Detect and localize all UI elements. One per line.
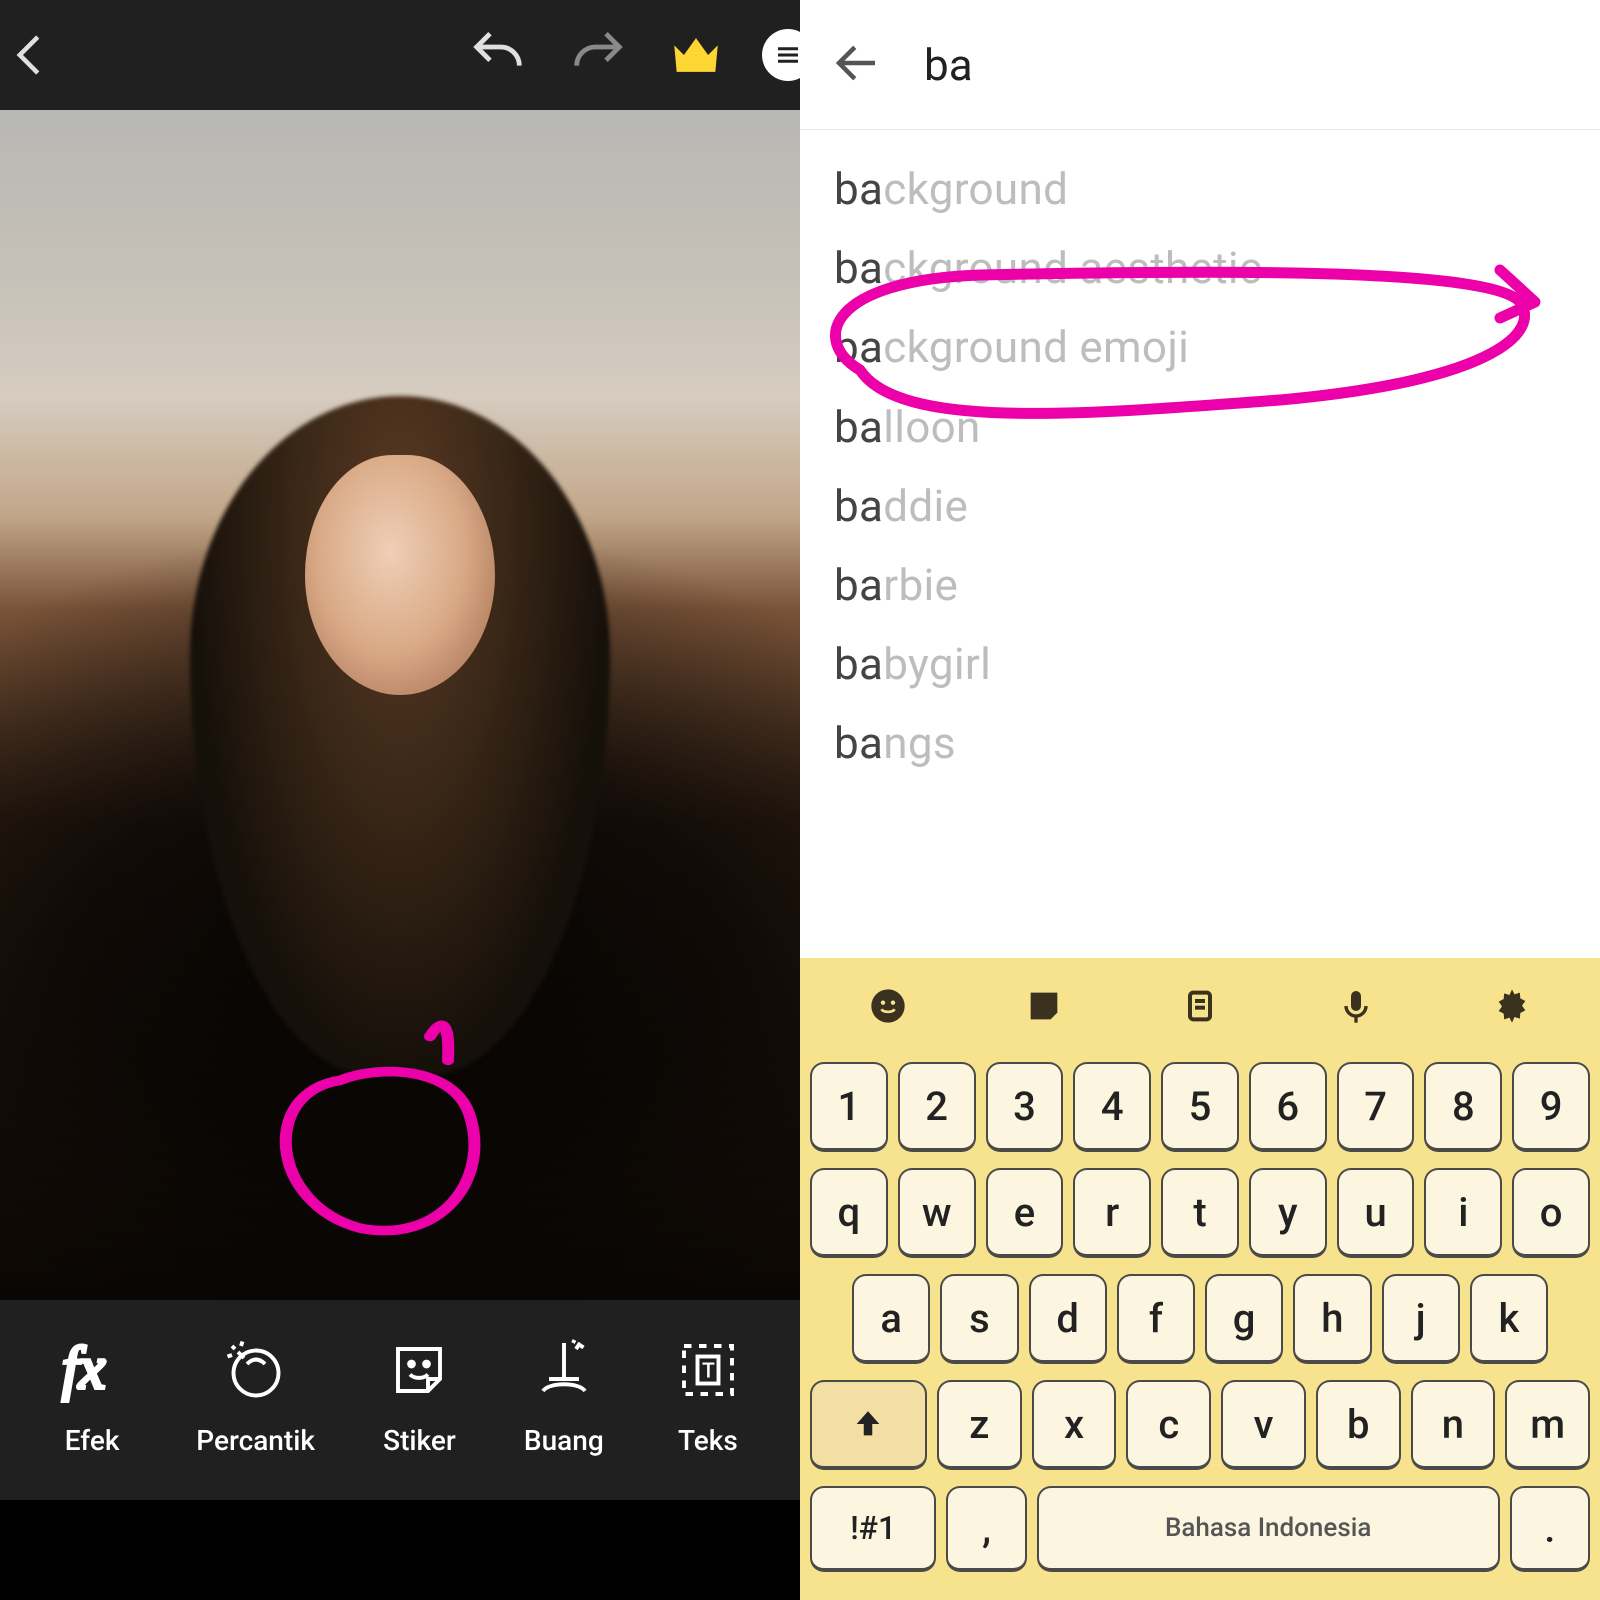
editor-topbar (0, 0, 800, 110)
key-y[interactable]: y (1249, 1168, 1327, 1258)
undo-icon[interactable] (466, 23, 530, 87)
editor-bottom-blackbar (0, 1500, 800, 1600)
key-b[interactable]: b (1316, 1380, 1401, 1470)
key-6[interactable]: 6 (1249, 1062, 1327, 1152)
key-4[interactable]: 4 (1073, 1062, 1151, 1152)
tool-buang[interactable]: Buang (524, 1334, 604, 1457)
kb-sticker-icon[interactable] (1024, 986, 1064, 1030)
key-w[interactable]: w (898, 1168, 976, 1258)
key-x[interactable]: x (1032, 1380, 1117, 1470)
tool-label: Teks (678, 1424, 738, 1457)
kb-clipboard-icon[interactable] (1180, 986, 1220, 1030)
key-v[interactable]: v (1221, 1380, 1306, 1470)
key-shift[interactable] (810, 1380, 927, 1470)
suggestion-item[interactable]: bangs (834, 704, 1566, 783)
suggestion-item[interactable]: barbie (834, 546, 1566, 625)
key-u[interactable]: u (1337, 1168, 1415, 1258)
key-a[interactable]: a (852, 1274, 930, 1364)
editor-canvas[interactable] (0, 110, 800, 1300)
tool-stiker[interactable]: Stiker (383, 1334, 456, 1457)
search-header: ba (800, 0, 1600, 130)
key-z[interactable]: z (937, 1380, 1022, 1470)
tool-efek[interactable]: fx Efek (56, 1334, 128, 1457)
key-symbols[interactable]: !#1 (810, 1486, 936, 1572)
suggestion-item[interactable]: background aesthetic (834, 229, 1566, 308)
key-space[interactable]: Bahasa Indonesia (1037, 1486, 1500, 1572)
key-d[interactable]: d (1029, 1274, 1107, 1364)
tool-label: Buang (524, 1424, 604, 1457)
back-icon[interactable] (4, 28, 58, 82)
keyboard-toolbar (810, 976, 1590, 1040)
key-s[interactable]: s (940, 1274, 1018, 1364)
search-input[interactable]: ba (924, 39, 973, 91)
key-2[interactable]: 2 (898, 1062, 976, 1152)
tool-label: Stiker (383, 1424, 456, 1457)
back-arrow-icon[interactable] (830, 36, 884, 94)
key-3[interactable]: 3 (986, 1062, 1064, 1152)
svg-text:fx: fx (62, 1335, 106, 1401)
tool-label: Percantik (196, 1424, 315, 1457)
key-m[interactable]: m (1505, 1380, 1590, 1470)
search-panel: ba background background aesthetic backg… (800, 0, 1600, 1600)
key-h[interactable]: h (1293, 1274, 1371, 1364)
key-5[interactable]: 5 (1161, 1062, 1239, 1152)
kb-mic-icon[interactable] (1336, 986, 1376, 1030)
suggestion-item[interactable]: balloon (834, 388, 1566, 467)
key-comma[interactable]: , (946, 1486, 1026, 1572)
key-i[interactable]: i (1424, 1168, 1502, 1258)
keyboard-row-numbers: 1 2 3 4 5 6 7 8 9 (810, 1062, 1590, 1152)
key-1[interactable]: 1 (810, 1062, 888, 1152)
tool-label: Efek (65, 1424, 120, 1457)
key-c[interactable]: c (1126, 1380, 1211, 1470)
key-n[interactable]: n (1411, 1380, 1496, 1470)
search-suggestions: background background aesthetic backgrou… (800, 130, 1600, 958)
suggestion-item[interactable]: baddie (834, 467, 1566, 546)
photo-editor-panel: fx Efek Percantik Stiker Buang T (0, 0, 800, 1600)
onscreen-keyboard: 1 2 3 4 5 6 7 8 9 q w e r t y u i o a s … (800, 958, 1600, 1600)
key-7[interactable]: 7 (1337, 1062, 1415, 1152)
key-f[interactable]: f (1117, 1274, 1195, 1364)
key-k[interactable]: k (1470, 1274, 1548, 1364)
key-o[interactable]: o (1512, 1168, 1590, 1258)
premium-crown-icon[interactable] (666, 25, 726, 85)
suggestion-item[interactable]: babygirl (834, 625, 1566, 704)
suggestion-item[interactable]: background (834, 150, 1566, 229)
key-8[interactable]: 8 (1424, 1062, 1502, 1152)
keyboard-row-qwerty3: z x c v b n m (810, 1380, 1590, 1470)
keyboard-row-qwerty1: q w e r t y u i o (810, 1168, 1590, 1258)
svg-text:T: T (702, 1359, 715, 1383)
key-period[interactable]: . (1510, 1486, 1590, 1572)
key-e[interactable]: e (986, 1168, 1064, 1258)
suggestion-item[interactable]: background emoji (834, 308, 1566, 387)
kb-settings-icon[interactable] (1492, 986, 1532, 1030)
key-q[interactable]: q (810, 1168, 888, 1258)
key-9[interactable]: 9 (1512, 1062, 1590, 1152)
keyboard-row-bottom: !#1 , Bahasa Indonesia . (810, 1486, 1590, 1572)
redo-icon[interactable] (566, 23, 630, 87)
key-g[interactable]: g (1205, 1274, 1283, 1364)
key-t[interactable]: t (1161, 1168, 1239, 1258)
editor-bottom-toolbar: fx Efek Percantik Stiker Buang T (0, 1300, 800, 1500)
kb-emoji-icon[interactable] (868, 986, 908, 1030)
key-r[interactable]: r (1073, 1168, 1151, 1258)
keyboard-row-qwerty2: a s d f g h j k (810, 1274, 1590, 1364)
tool-percantik[interactable]: Percantik (196, 1334, 315, 1457)
key-j[interactable]: j (1382, 1274, 1460, 1364)
tool-teks[interactable]: T Teks (672, 1334, 744, 1457)
